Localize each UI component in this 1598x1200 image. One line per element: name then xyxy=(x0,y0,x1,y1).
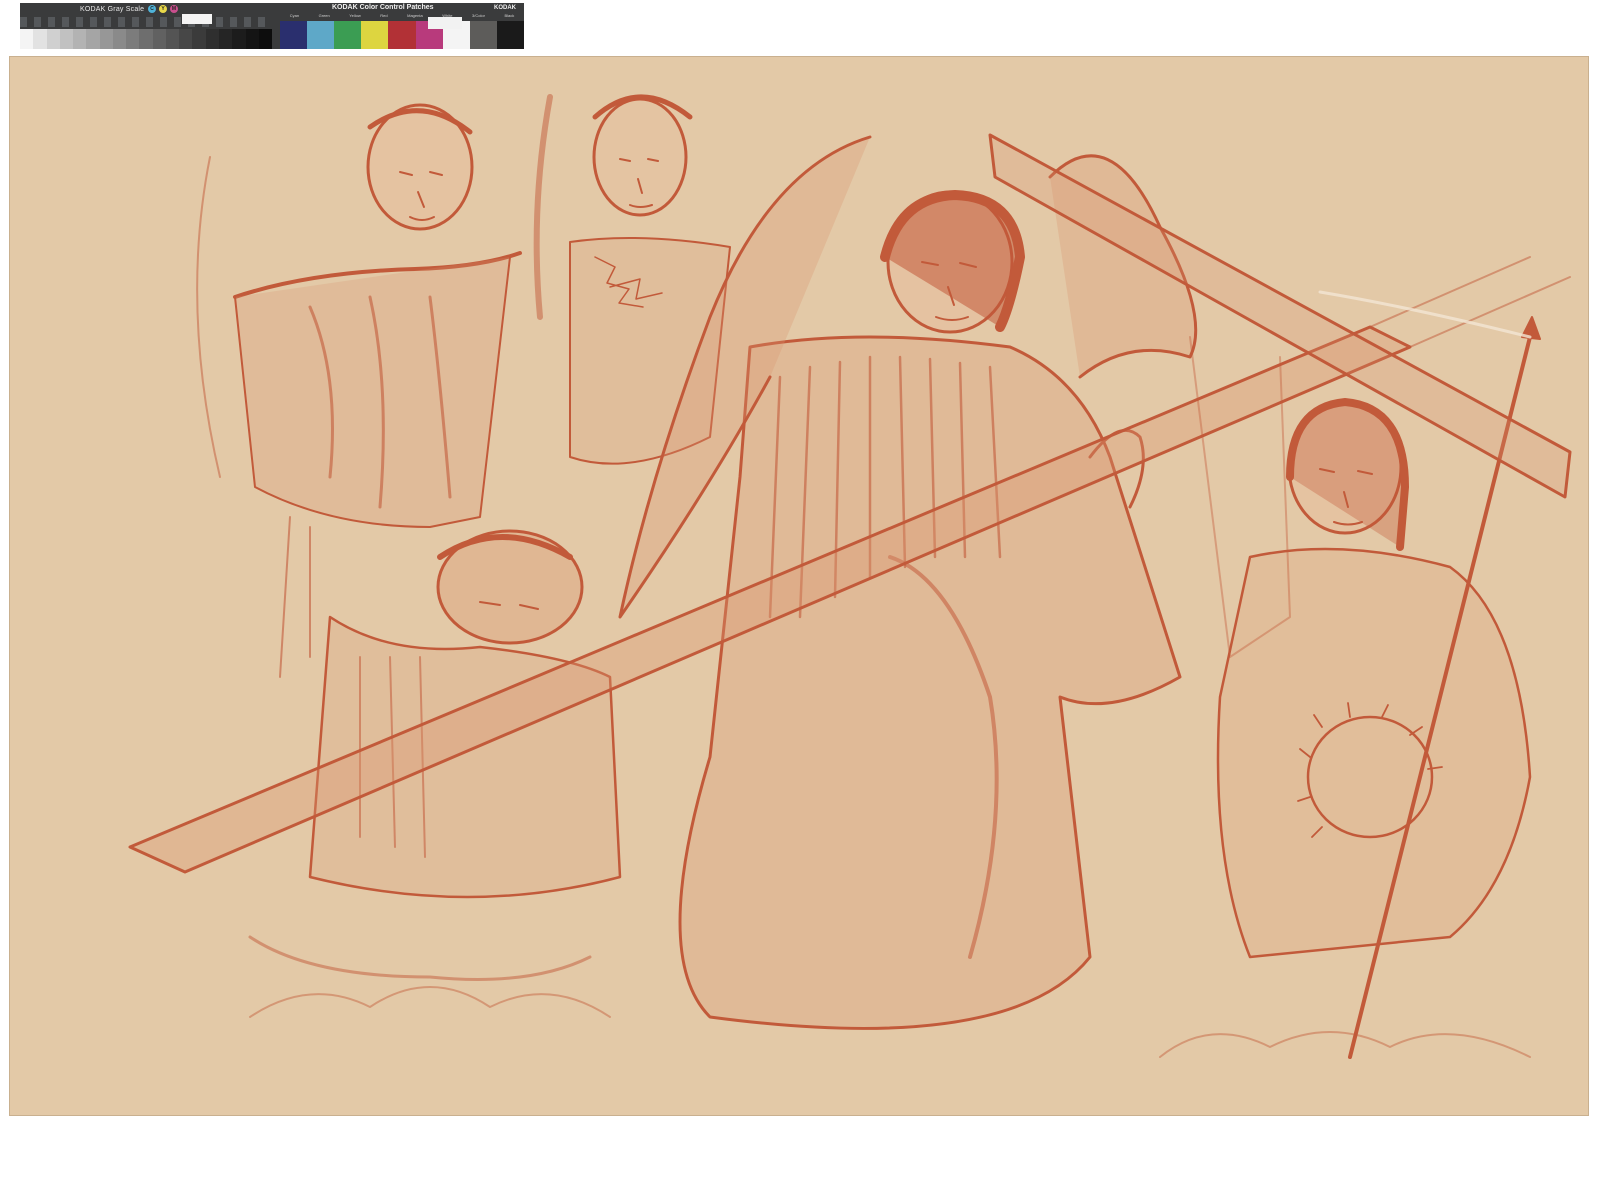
gray-step xyxy=(245,29,259,49)
color-patch-names: Cyan Green Yellow Red Magenta White 3/Color Bla… xyxy=(280,13,524,19)
angel-second-head xyxy=(592,97,688,217)
color-swatch xyxy=(280,21,308,49)
paper-crease xyxy=(1318,290,1532,339)
gray-scale-label: KODAK Gray Scale xyxy=(80,6,145,13)
cyan-marker: C xyxy=(148,5,156,13)
gray-step xyxy=(20,29,34,49)
cmy-markers: C Y M xyxy=(148,5,178,13)
color-swatch xyxy=(496,21,524,49)
color-swatch xyxy=(361,21,389,49)
color-patch-name: Magenta xyxy=(407,13,423,18)
color-patches-label: KODAK Color Control Patches xyxy=(332,4,434,11)
gray-step xyxy=(59,29,74,49)
gray-step xyxy=(152,29,166,49)
color-patch-name: Black xyxy=(504,13,515,18)
color-patch-name: Cyan xyxy=(289,13,300,18)
gray-step xyxy=(73,29,87,49)
kodak-logo: KODAK xyxy=(494,5,516,11)
color-patch-name: Red xyxy=(380,13,388,18)
color-calibration-target: KODAK Gray Scale C Y M KODAK Color Contr… xyxy=(20,3,524,49)
magenta-marker: M xyxy=(170,5,178,13)
gray-step xyxy=(99,29,113,49)
color-patches-card xyxy=(428,17,462,29)
gray-scale-chart: KODAK Gray Scale C Y M xyxy=(20,3,273,49)
gray-step xyxy=(165,29,180,49)
gray-step xyxy=(192,29,206,49)
gray-step xyxy=(232,29,246,49)
gray-step xyxy=(33,29,47,49)
gray-step xyxy=(86,29,100,49)
gray-step xyxy=(205,29,219,49)
held-cloth xyxy=(234,256,511,528)
gray-step xyxy=(258,29,273,49)
color-patch-name: 3/Color xyxy=(472,13,485,18)
gray-step xyxy=(46,29,60,49)
color-swatch xyxy=(469,21,497,49)
color-swatch xyxy=(334,21,362,49)
color-patch-name: Green xyxy=(318,13,330,18)
color-swatch xyxy=(388,21,416,49)
gray-step xyxy=(126,29,140,49)
gray-step xyxy=(139,29,153,49)
gray-step xyxy=(179,29,193,49)
angel-left-wing xyxy=(196,156,221,478)
color-patch-name: Yellow xyxy=(349,13,361,18)
artwork-red-chalk-drawing xyxy=(10,57,1588,1115)
angel-right-robe xyxy=(1216,547,1532,959)
gray-scale-card xyxy=(182,14,212,24)
yellow-marker: Y xyxy=(159,5,167,13)
color-control-patches: KODAK Color Control Patches KODAK Cyan Gr… xyxy=(280,3,524,49)
color-swatch-strip xyxy=(280,21,524,49)
gray-scale-ticks xyxy=(20,17,272,27)
gray-scale-steps xyxy=(20,29,273,49)
drawing-canvas xyxy=(128,94,1572,1059)
color-swatch xyxy=(307,21,335,49)
gray-step xyxy=(112,29,127,49)
gray-step xyxy=(218,29,233,49)
